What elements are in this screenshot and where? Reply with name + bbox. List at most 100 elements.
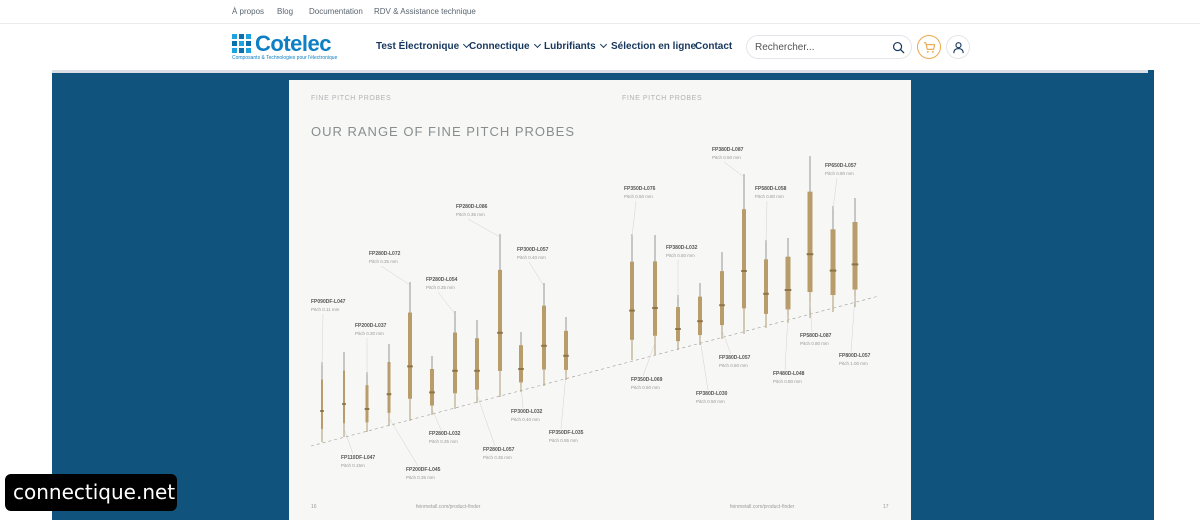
probe-name: FP280D-L072: [369, 251, 401, 257]
account-button[interactable]: [946, 35, 970, 59]
probe-pitch: Pitch 0.80 mm: [825, 171, 854, 176]
site-logo[interactable]: Cotelec Composants & Technologies pour l…: [232, 31, 350, 64]
top-link-appointment[interactable]: RDV & Assistance technique: [374, 7, 476, 16]
probe-fp300d-l032: [518, 332, 524, 409]
probe-label: FP380D-L057 Pitch 0.50 mm: [719, 354, 750, 370]
probe-label: FP280D-L072 Pitch 0.35 mm: [369, 250, 400, 266]
logo-tagline: Composants & Technologies pour l'électro…: [232, 55, 338, 61]
probe-fp280d-l086: [467, 218, 503, 397]
probe-pitch: Pitch 0.30 mm: [355, 331, 384, 336]
cart-button[interactable]: [917, 35, 941, 59]
chevron-down-icon: [533, 40, 541, 49]
probe-fp380d-l087: [723, 161, 747, 334]
probe-label: FP380D-L030 Pitch 0.50 mm: [696, 390, 727, 406]
probe-fp650d-l057: [829, 177, 838, 312]
probe-fp580d-l058: [763, 200, 769, 328]
search-box: [746, 35, 912, 59]
probe-name: FP380D-L030: [696, 391, 728, 397]
probe-label: FP300D-L032 Pitch 0.40 mm: [511, 408, 542, 424]
probe-name: FP380D-L057: [719, 355, 751, 361]
search-input[interactable]: [755, 40, 885, 55]
top-utility-bar: À propos Blog Documentation RDV & Assist…: [0, 0, 1200, 24]
probe-pitch: Pitch 0.80 mm: [755, 194, 784, 199]
nav-test-electronique[interactable]: Test Électronique: [376, 40, 471, 52]
probe-fp280d-l032: [429, 356, 442, 431]
probe-label: FP110DF-L047 Pitch 0.15m: [341, 454, 375, 470]
nav-lubrifiants[interactable]: Lubrifiants: [544, 40, 607, 52]
probe-name: FP800D-L057: [839, 353, 871, 359]
probe-fp200df-l045: [386, 344, 419, 467]
probe-name: FP650D-L057: [825, 163, 857, 169]
probe-name: FP380D-L032: [666, 245, 698, 251]
probe-name: FP280D-L032: [429, 431, 461, 437]
probe-fp380d-l057: [719, 252, 732, 355]
probe-label: FP090DF-L047 Pitch 0.11 mm: [311, 298, 345, 314]
probe-fp090df-l047: [320, 313, 324, 442]
probe-label: FP800D-L057 Pitch 1.00 mm: [839, 352, 870, 368]
probe-fp300d-l057: [528, 261, 547, 386]
watermark: connectique.net: [5, 474, 177, 511]
probe-fp800d-l057: [850, 198, 859, 353]
probe-label: FP380D-L032 Pitch 0.50 mm: [666, 244, 697, 260]
user-icon: [953, 42, 964, 54]
probe-label: FP650D-L057 Pitch 0.80 mm: [825, 162, 856, 178]
probe-pitch: Pitch 0.35 mm: [483, 455, 512, 460]
logo-wordmark: Cotelec: [255, 31, 331, 56]
probe-pitch: Pitch 0.35 mm: [429, 439, 458, 444]
probe-fp480d-l048: [784, 238, 792, 371]
top-link-blog[interactable]: Blog: [277, 7, 293, 16]
probe-name: FP580D-L087: [800, 333, 832, 339]
probe-name: FP350DF-L035: [549, 430, 584, 436]
probe-name: FP090DF-L047: [311, 299, 346, 305]
logo-mark-icon: [232, 34, 251, 53]
probe-pitch: Pitch 1.00 mm: [839, 361, 868, 366]
probe-pitch: Pitch 0.15m: [341, 463, 365, 468]
probe-fp380d-l032: [675, 260, 681, 350]
probe-label: FP350D-L076 Pitch 0.50 mm: [624, 185, 655, 201]
probe-fp110df-l047: [342, 352, 354, 455]
probe-name: FP280D-L057: [483, 447, 515, 453]
nav-label: Connectique: [469, 41, 530, 52]
nav-label: Lubrifiants: [544, 41, 596, 52]
search-icon[interactable]: [892, 41, 905, 54]
nav-contact[interactable]: Contact: [695, 41, 732, 52]
top-link-about[interactable]: À propos: [232, 7, 264, 16]
probe-pitch: Pitch 0.40 mm: [511, 417, 540, 422]
probe-illustration: [310, 156, 880, 467]
nav-selection-en-ligne[interactable]: Sélection en ligne: [611, 41, 696, 52]
probe-pitch: Pitch 0.35 mm: [369, 259, 398, 264]
probe-pitch: Pitch 0.40 mm: [517, 255, 546, 260]
nav-connectique[interactable]: Connectique: [469, 40, 541, 52]
probe-pitch: Pitch 0.80 mm: [773, 379, 802, 384]
probe-label: FP300D-L057 Pitch 0.40 mm: [517, 246, 548, 262]
chevron-down-icon: [599, 40, 607, 49]
cart-icon: [923, 42, 936, 53]
probe-name: FP300D-L057: [517, 247, 549, 253]
probe-name: FP480D-L048: [773, 371, 805, 377]
doc-footer-url-left: feinmetall.com/product-finder: [416, 504, 481, 510]
probe-name: FP110DF-L047: [341, 455, 376, 461]
probe-label: FP480D-L048 Pitch 0.80 mm: [773, 370, 804, 386]
probe-label: FP350DF-L035 Pitch 0.55 mm: [549, 429, 583, 445]
doc-footer-page-right: 17: [883, 504, 889, 510]
probe-name: FP300D-L032: [511, 409, 543, 415]
probe-pitch: Pitch 0.50 mm: [666, 253, 695, 258]
probe-pitch: Pitch 0.11 mm: [311, 307, 340, 312]
doc-footer-page-left: 16: [311, 504, 317, 510]
probe-name: FP580D-L058: [755, 186, 787, 192]
probe-label: FP280D-L057 Pitch 0.35 mm: [483, 446, 514, 462]
probe-name: FP200DF-L045: [406, 467, 441, 473]
probe-pitch: Pitch 0.55 mm: [549, 438, 578, 443]
probe-name: FP280D-L086: [456, 204, 488, 210]
probe-pitch: Pitch 0.50 mm: [696, 399, 725, 404]
probe-fp200d-l037: [364, 338, 370, 432]
probe-pitch: Pitch 0.35 mm: [406, 475, 435, 480]
top-link-documentation[interactable]: Documentation: [309, 7, 363, 16]
probe-fp580d-l087: [806, 156, 814, 333]
doc-footer-url-right: feinmetall.com/product-finder: [730, 504, 795, 510]
probe-pitch: Pitch 0.35 mm: [456, 212, 485, 217]
probe-pitch: Pitch 0.35 mm: [426, 285, 455, 290]
probe-name: FP200D-L037: [355, 323, 387, 329]
probe-pitch: Pitch 0.50 mm: [624, 194, 653, 199]
probe-label: FP200DF-L045 Pitch 0.35 mm: [406, 466, 440, 482]
